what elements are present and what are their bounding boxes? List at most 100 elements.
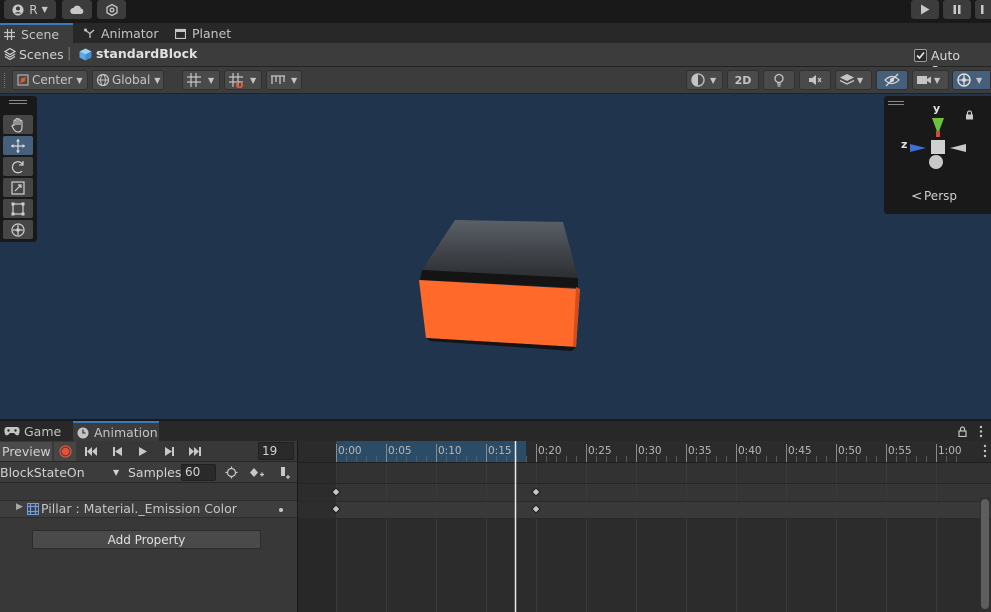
cloud-button[interactable]	[62, 0, 92, 19]
z-axis-cone[interactable]	[910, 144, 926, 152]
samples-label: Samples	[128, 465, 182, 480]
lighting-toggle[interactable]	[763, 70, 795, 90]
grid-icon	[4, 28, 15, 40]
rotate-tool-button[interactable]	[3, 157, 33, 176]
hand-tool-button[interactable]	[3, 115, 33, 134]
ruler-icon	[271, 75, 285, 84]
clip-row: BlockStateOn ▼ Samples 60	[0, 462, 297, 483]
account-dropdown[interactable]: R ▼	[4, 0, 56, 19]
camera-dropdown[interactable]: ▼	[912, 70, 949, 90]
timeline-tick-label: 0:20	[538, 445, 562, 457]
last-keyframe-button[interactable]	[183, 442, 207, 461]
pivot-space-label: Global	[112, 73, 151, 87]
add-keyframe-icon	[250, 468, 264, 477]
timeline-tick-label: 0:00	[338, 445, 362, 457]
transform-all-icon	[11, 222, 25, 237]
camera-icon	[917, 76, 931, 84]
gizmos-dropdown[interactable]: ▼	[952, 70, 991, 90]
property-options-icon[interactable]	[278, 507, 284, 513]
chevron-down-icon: ▼	[154, 75, 161, 85]
projection-toggle[interactable]: Persp	[912, 189, 957, 203]
tab-animation[interactable]: Animation	[73, 421, 159, 442]
animator-icon	[84, 28, 95, 38]
add-event-button[interactable]	[273, 463, 295, 482]
chevron-down-icon: ▼	[76, 75, 83, 85]
pre-clip-shade	[298, 462, 336, 612]
preview-toggle[interactable]: Preview	[0, 442, 52, 461]
filter-keyframes-button[interactable]	[221, 463, 241, 482]
scrollbar-thumb[interactable]	[981, 499, 989, 609]
breadcrumb-current[interactable]: standardBlock	[96, 46, 197, 61]
breadcrumb-separator: |	[67, 46, 72, 61]
scene-visibility-toggle[interactable]	[876, 70, 908, 90]
tab-label: Scene	[21, 26, 60, 42]
tab-animator[interactable]: Animator	[80, 23, 166, 43]
event-lane	[298, 462, 991, 483]
center-cube[interactable]	[931, 140, 945, 154]
next-keyframe-button[interactable]	[158, 442, 180, 461]
scene-viewport[interactable]	[0, 94, 991, 419]
clip-dropdown[interactable]: BlockStateOn ▼	[0, 463, 124, 482]
property-row[interactable]: ▶ Pillar : Material._Emission Color	[0, 501, 297, 518]
play-button[interactable]	[911, 0, 939, 19]
ruler-dropdown[interactable]: ▼	[266, 70, 302, 90]
timeline-ruler-labels: 0:00 0:05 0:10 0:15 0:20 0:25 0:30 0:35 0:40 0:45…	[298, 441, 991, 462]
dopesheet-panel[interactable]: 0:00 0:05 0:10 0:15 0:20 0:25 0:30 0:35 0:40 0:45…	[298, 441, 991, 612]
increment-snap-dropdown[interactable]: ▼	[224, 70, 262, 90]
neg-y-axis-cone[interactable]	[929, 155, 943, 169]
pivot-mode-dropdown[interactable]: Center ▼	[12, 70, 88, 90]
overlay-grip[interactable]	[9, 100, 27, 104]
globe-icon	[96, 73, 110, 87]
cloud-icon	[70, 5, 84, 14]
kebab-menu-icon[interactable]	[982, 444, 988, 458]
projection-label: Persp	[924, 189, 957, 203]
samples-field[interactable]: 60	[181, 464, 216, 481]
pivot-space-dropdown[interactable]: Global ▼	[92, 70, 164, 90]
dopesheet-scrollbar[interactable]	[980, 497, 990, 612]
expand-arrow-icon[interactable]: ▶	[16, 502, 23, 512]
pause-button[interactable]	[943, 0, 971, 19]
transform-tool-button[interactable]	[3, 220, 33, 239]
step-button[interactable]	[975, 0, 991, 19]
current-frame-field[interactable]: 19	[258, 442, 294, 460]
add-keyframe-button[interactable]	[246, 463, 268, 482]
chevron-down-icon: ▼	[934, 75, 941, 85]
lock-icon[interactable]	[958, 426, 967, 437]
light-bulb-icon	[774, 73, 784, 87]
move-tool-button[interactable]	[3, 136, 33, 155]
timeline-tick-label: 1:00	[938, 445, 962, 457]
prefab-cube-icon	[79, 48, 92, 61]
overlay-grip[interactable]	[888, 101, 904, 105]
neg-z-axis-cone[interactable]	[950, 144, 966, 152]
draw-mode-dropdown[interactable]: ▼	[686, 70, 723, 90]
first-keyframe-button[interactable]	[79, 442, 103, 461]
settings-icon	[105, 3, 118, 16]
rect-tool-button[interactable]	[3, 199, 33, 218]
tab-planet[interactable]: Planet	[171, 23, 241, 43]
grid-snap-dropdown[interactable]: ▼	[182, 70, 220, 90]
scale-tool-button[interactable]	[3, 178, 33, 197]
orientation-gizmo[interactable]: y z Persp	[884, 96, 991, 214]
axis-gizmo-icon[interactable]	[906, 114, 970, 172]
pivot-center-icon	[17, 74, 29, 86]
breadcrumb-root[interactable]: Scenes	[19, 47, 64, 62]
kebab-menu-icon[interactable]	[979, 425, 983, 438]
clip-name: BlockStateOn	[0, 465, 85, 480]
tab-scene[interactable]: Scene	[0, 23, 73, 43]
effects-dropdown[interactable]: ▼	[835, 70, 872, 90]
chevron-down-icon: ▼	[976, 75, 983, 85]
auto-save-checkbox[interactable]	[914, 49, 927, 62]
record-button[interactable]	[54, 442, 76, 461]
kebab-icon	[981, 5, 984, 14]
prev-keyframe-button[interactable]	[106, 442, 128, 461]
eye-hidden-icon	[884, 73, 900, 87]
audio-toggle[interactable]	[799, 70, 831, 90]
dopesheet-timeline[interactable]	[298, 441, 991, 612]
services-button[interactable]	[97, 0, 126, 19]
play-animation-button[interactable]	[132, 442, 154, 461]
add-property-button[interactable]: Add Property	[32, 530, 261, 549]
toggle-2d-button[interactable]: 2D	[727, 70, 759, 90]
cube-object[interactable]	[0, 94, 991, 419]
tab-game[interactable]: Game	[0, 421, 72, 442]
snap-magnet-icon	[229, 73, 243, 88]
